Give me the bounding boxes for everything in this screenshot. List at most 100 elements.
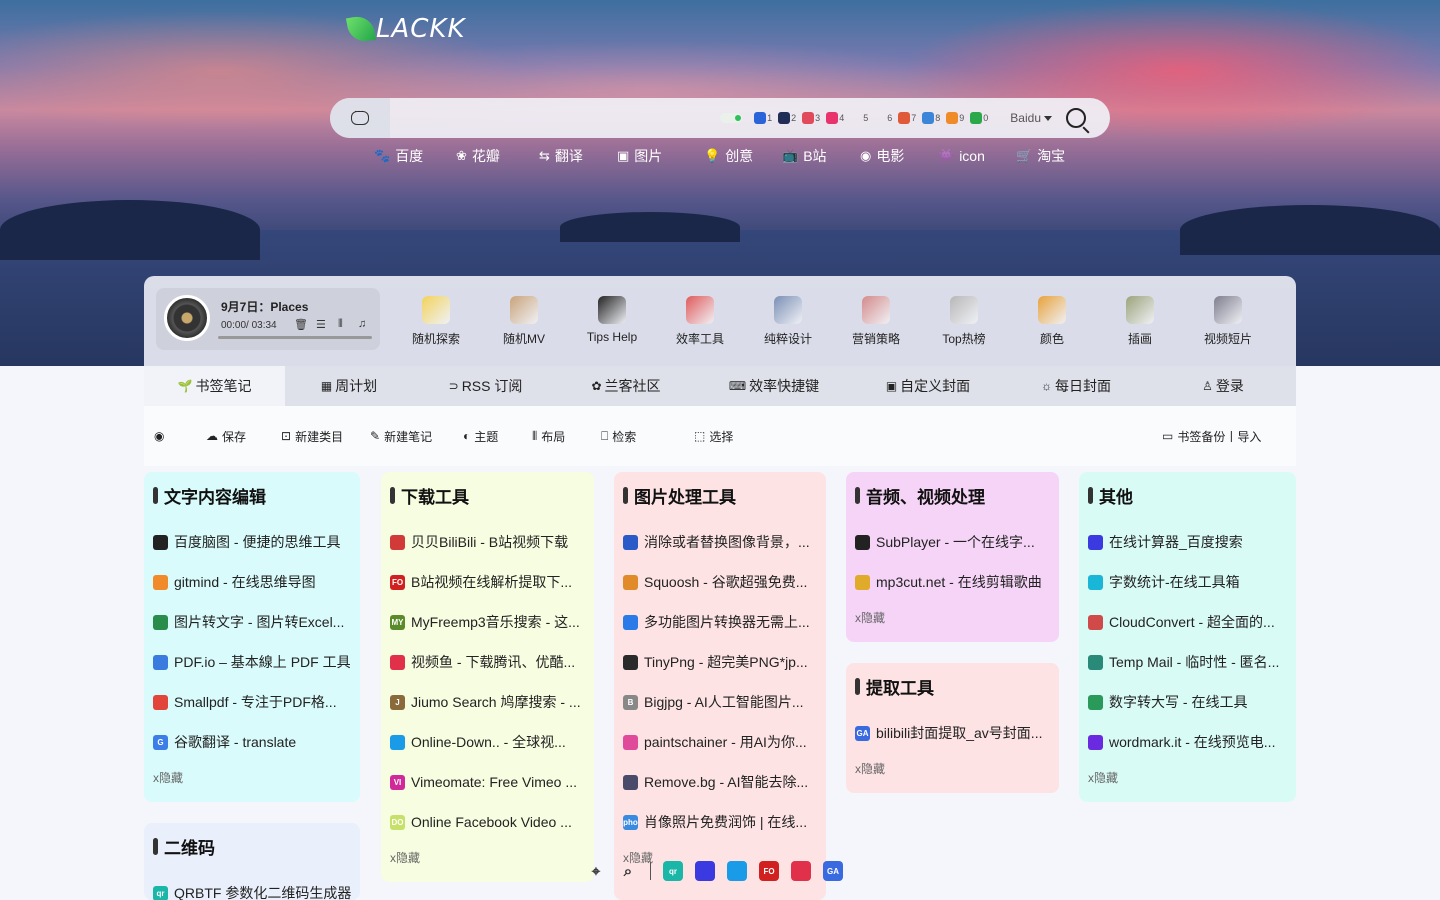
bookmark-link[interactable]: G 谷歌翻译 - translate (153, 722, 352, 762)
crosshair-icon[interactable]: ⌖ (586, 861, 606, 881)
tab-0[interactable]: 🌱 书签笔记 (144, 366, 285, 406)
tab-4[interactable]: ⌨ 效率快捷键 (694, 366, 854, 406)
search-input[interactable] (390, 98, 721, 138)
logo[interactable]: LACKK (345, 12, 466, 46)
ga-icon[interactable]: GA (823, 861, 843, 881)
playlist-icon[interactable]: ☰ (316, 318, 326, 331)
eye-toggle[interactable]: ◉ (154, 429, 168, 443)
bookmark-link[interactable]: CloudConvert - 超全面的... (1088, 602, 1288, 642)
hide-button[interactable]: x隐藏 (1088, 762, 1288, 792)
hide-button[interactable]: x隐藏 (390, 842, 586, 872)
app-1[interactable]: 随机MV (480, 296, 568, 347)
quicklink-4[interactable]: 💡 创意 (704, 146, 782, 166)
search-icon[interactable] (1066, 108, 1086, 128)
play-arrow-icon[interactable] (791, 861, 811, 881)
bookmark-link[interactable]: mp3cut.net - 在线剪辑歌曲 (855, 562, 1051, 602)
hide-button[interactable]: x隐藏 (153, 762, 352, 792)
quicklink-1[interactable]: ❀ 花瓣 (456, 146, 539, 166)
bookmark-link[interactable]: B Bigjpg - AI人工智能图片... (623, 682, 818, 722)
bookmark-link[interactable]: wordmark.it - 在线预览电... (1088, 722, 1288, 762)
bookmark-link[interactable]: 数字转大写 - 在线工具 (1088, 682, 1288, 722)
app-8[interactable]: 插画 (1096, 296, 1184, 347)
vinyl-disc-icon[interactable] (164, 295, 210, 341)
bookmark-link[interactable]: VI Vimeomate: Free Vimeo ... (390, 762, 586, 802)
new-note-button[interactable]: ✎ 新建笔记 (370, 428, 432, 445)
app-6[interactable]: Top热榜 (920, 296, 1008, 347)
bookmark-link[interactable]: Online-Down.. - 全球视... (390, 722, 586, 762)
app-9[interactable]: 视频短片 (1184, 296, 1272, 347)
tab-2[interactable]: ⊃ RSS 订阅 (413, 366, 558, 406)
progress-bar[interactable] (218, 336, 372, 339)
tab-5[interactable]: ▣ 自定义封面 (854, 366, 1002, 406)
bookmark-link[interactable]: MY MyFreemp3音乐搜索 - 这... (390, 602, 586, 642)
tab-1[interactable]: ▦ 周计划 (285, 366, 413, 406)
quicklink-3[interactable]: ▣ 图片 (617, 146, 704, 166)
chat-button[interactable] (330, 98, 390, 138)
tab-3[interactable]: ✿ 兰客社区 (558, 366, 694, 406)
engine-shortcut-8[interactable]: 8 (922, 112, 940, 124)
engine-shortcut-2[interactable]: 2 (778, 112, 796, 124)
new-category-button[interactable]: ⊡ 新建类目 (281, 428, 343, 445)
engine-shortcut-6[interactable]: 6 (874, 112, 892, 124)
hide-button[interactable]: x隐藏 (855, 753, 1051, 783)
engine-shortcut-7[interactable]: 7 (898, 112, 916, 124)
fo-icon[interactable]: FO (759, 861, 779, 881)
bookmark-link[interactable]: GA bilibili封面提取_av号封面... (855, 713, 1051, 753)
engine-shortcut-3[interactable]: 3 (802, 112, 820, 124)
theme-button[interactable]: ◐ 主题 (463, 428, 498, 445)
select-button[interactable]: ⬚ 选择 (694, 428, 733, 445)
bookmark-link[interactable]: 字数统计-在线工具箱 (1088, 562, 1288, 602)
app-4[interactable]: 纯粹设计 (744, 296, 832, 347)
bookmark-link[interactable]: qr QRBTF 参数化二维码生成器 (153, 873, 352, 900)
bookmark-link[interactable]: 在线计算器_百度搜索 (1088, 522, 1288, 562)
bookmark-link[interactable]: FO B站视频在线解析提取下... (390, 562, 586, 602)
bookmark-link[interactable]: pho 肖像照片免费润饰 | 在线... (623, 802, 818, 842)
app-2[interactable]: Tips Help (568, 296, 656, 347)
search-icon[interactable]: ⌕ (618, 861, 638, 881)
bookmark-link[interactable]: gitmind - 在线思维导图 (153, 562, 352, 602)
save-button[interactable]: ☁ 保存 (206, 428, 246, 445)
app-3[interactable]: 效率工具 (656, 296, 744, 347)
search-bookmarks-button[interactable]: ⎕ 检索 (601, 428, 636, 445)
quicklink-8[interactable]: 🛒 淘宝 (1016, 146, 1076, 166)
backup-import-button[interactable]: ▭ 书签备份丨导入 (1162, 428, 1261, 445)
app-7[interactable]: 颜色 (1008, 296, 1096, 347)
bookmark-link[interactable]: 视频鱼 - 下载腾讯、优酷... (390, 642, 586, 682)
bookmark-link[interactable]: 消除或者替换图像背景，... (623, 522, 818, 562)
app-5[interactable]: 营销策略 (832, 296, 920, 347)
hide-button[interactable]: x隐藏 (855, 602, 1051, 632)
bookmark-link[interactable]: 图片转文字 - 图片转Excel... (153, 602, 352, 642)
quicklink-0[interactable]: 🐾 百度 (374, 146, 456, 166)
bookmark-link[interactable]: 多功能图片转换器无需上... (623, 602, 818, 642)
bookmark-link[interactable]: Squoosh - 谷歌超强免费... (623, 562, 818, 602)
bookmark-link[interactable]: SubPlayer - 一个在线字... (855, 522, 1051, 562)
bookmark-link[interactable]: 百度脑图 - 便捷的思维工具 (153, 522, 352, 562)
bookmark-link[interactable]: Remove.bg - AI智能去除... (623, 762, 818, 802)
engine-select[interactable]: Baidu (1010, 111, 1052, 125)
engine-shortcut-5[interactable]: 5 (850, 112, 868, 124)
search-toggle[interactable] (720, 113, 743, 123)
quicklink-7[interactable]: 👾 icon (938, 146, 1016, 166)
bookmark-link[interactable]: paintschainer - 用AI为你... (623, 722, 818, 762)
tab-6[interactable]: ☼ 每日封面 (1002, 366, 1150, 406)
quicklink-6[interactable]: ◉ 电影 (860, 146, 938, 166)
layout-button[interactable]: ⦀ 布局 (532, 428, 565, 445)
engine-shortcut-9[interactable]: 9 (946, 112, 964, 124)
trash-icon[interactable]: 🗑 (294, 318, 308, 331)
engine-shortcut-1[interactable]: 1 (754, 112, 772, 124)
quicklink-2[interactable]: ⇆ 翻译 (539, 146, 617, 166)
paw-icon[interactable] (695, 861, 715, 881)
quicklink-5[interactable]: 📺 B站 (782, 146, 860, 166)
music-note-icon[interactable]: ♫ (358, 318, 366, 330)
bookmark-link[interactable]: DO Online Facebook Video ... (390, 802, 586, 842)
bookmark-link[interactable]: TinyPng - 超完美PNG*jp... (623, 642, 818, 682)
bookmark-link[interactable]: 贝贝BiliBili - B站视频下载 (390, 522, 586, 562)
waveform-icon[interactable]: ⦀ (338, 318, 343, 331)
qr-icon[interactable]: qr (663, 861, 683, 881)
bookmark-link[interactable]: Smallpdf - 专注于PDF格... (153, 682, 352, 722)
app-0[interactable]: 随机探索 (392, 296, 480, 347)
tab-7[interactable]: ♙ 登录 (1150, 366, 1296, 406)
bookmark-link[interactable]: PDF.io – 基本線上 PDF 工具 (153, 642, 352, 682)
download-icon[interactable] (727, 861, 747, 881)
bookmark-link[interactable]: Temp Mail - 临时性 - 匿名... (1088, 642, 1288, 682)
